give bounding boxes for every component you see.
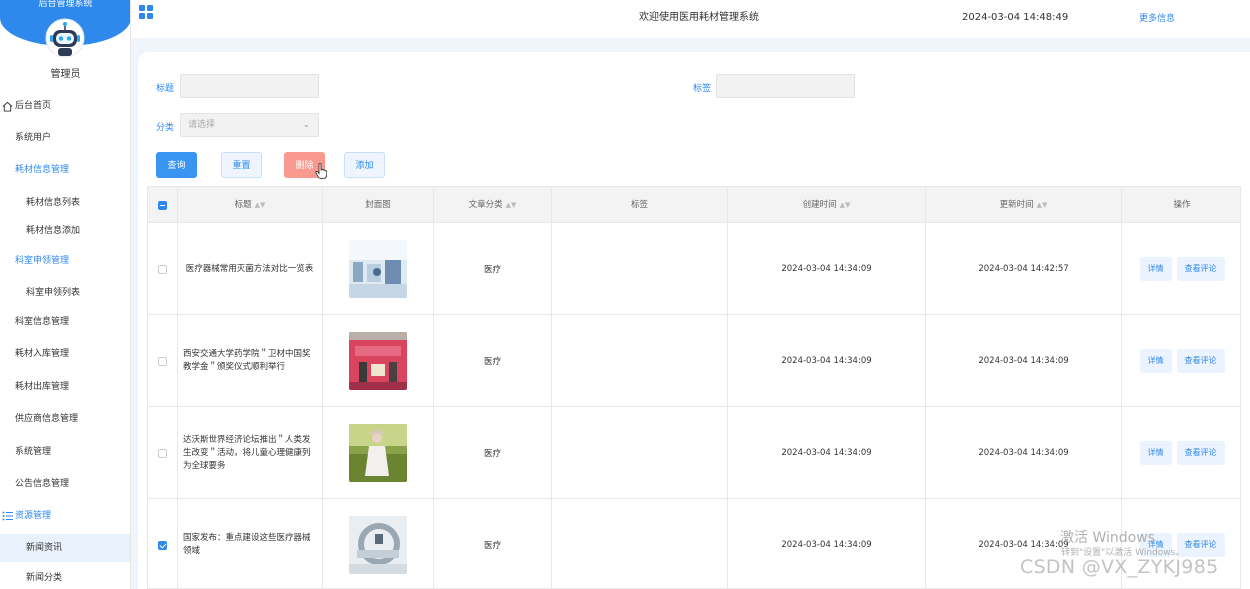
sidebar-item-stock-in[interactable]: 耗材入库管理 bbox=[0, 343, 130, 365]
detail-button[interactable]: 详情 bbox=[1139, 441, 1172, 465]
col-updated[interactable]: 更新时间 ▲▼ bbox=[926, 187, 1122, 223]
robot-avatar-icon bbox=[45, 18, 85, 58]
sidebar-item-consumables[interactable]: 耗材信息管理 bbox=[0, 159, 130, 181]
table-row: 达沃斯世界经济论坛推出＂人类发生改变＂活动，将儿童心理健康列为全球要务 医疗 2… bbox=[148, 407, 1240, 499]
table-row: 西安交通大学药学院＂卫材中国奖教学金＂颁奖仪式顺利举行 医疗 2024-03-0… bbox=[148, 315, 1240, 407]
sidebar-item-users[interactable]: 系统用户 bbox=[0, 127, 130, 149]
chevron-down-icon: ⌄ bbox=[302, 120, 310, 130]
category-filter-label: 分类 bbox=[156, 123, 175, 133]
sidebar-item-news-categories[interactable]: 新闻分类 bbox=[0, 567, 130, 589]
title-filter-label: 标题 bbox=[156, 84, 175, 94]
row-category: 医疗 bbox=[434, 407, 552, 499]
select-all-checkbox[interactable] bbox=[158, 200, 167, 210]
row-created: 2024-03-04 14:34:09 bbox=[728, 223, 926, 315]
sidebar-item-home[interactable]: 后台首页 bbox=[0, 95, 130, 120]
table-row: 医疗器械常用灭菌方法对比一览表 医疗 2024-03-04 14:34:09 2… bbox=[148, 223, 1240, 315]
col-actions: 操作 bbox=[1173, 200, 1191, 210]
reset-button[interactable]: 重置 bbox=[221, 152, 262, 178]
row-checkbox[interactable] bbox=[158, 540, 167, 550]
sidebar-item-consumables-add[interactable]: 耗材信息添加 bbox=[0, 220, 130, 242]
hand-cursor-icon bbox=[315, 163, 327, 179]
detail-button[interactable]: 详情 bbox=[1139, 257, 1172, 281]
table-header: 标题 ▲▼ 封面图 文章分类 ▲▼ 标签 创建时间 ▲▼ 更新时间 ▲▼ 操作 bbox=[148, 187, 1240, 223]
list-icon bbox=[2, 505, 13, 529]
sidebar-item-news[interactable]: 新闻资讯 bbox=[0, 534, 130, 562]
welcome-text: 欢迎使用医用耗材管理系统 bbox=[639, 12, 759, 23]
row-checkbox[interactable] bbox=[158, 448, 167, 458]
add-button[interactable]: 添加 bbox=[344, 152, 385, 178]
row-updated: 2024-03-04 14:34:09 bbox=[926, 315, 1122, 407]
row-title: 国家发布：重点建设这些医疗器械领域 bbox=[178, 499, 323, 588]
row-updated: 2024-03-04 14:34:09 bbox=[926, 407, 1122, 499]
cover-image bbox=[349, 516, 407, 574]
tag-filter-label: 标签 bbox=[693, 84, 712, 94]
view-comments-button[interactable]: 查看评论 bbox=[1176, 257, 1225, 281]
home-icon bbox=[2, 95, 13, 120]
current-datetime: 2024-03-04 14:48:49 bbox=[962, 12, 1069, 23]
row-created: 2024-03-04 14:34:09 bbox=[728, 407, 926, 499]
col-tag: 标签 bbox=[552, 187, 728, 223]
row-title: 西安交通大学药学院＂卫材中国奖教学金＂颁奖仪式顺利举行 bbox=[178, 315, 323, 407]
username: 管理员 bbox=[50, 69, 81, 80]
sort-icon[interactable]: ▲▼ bbox=[840, 201, 851, 209]
col-category[interactable]: 文章分类 ▲▼ bbox=[434, 187, 552, 223]
row-category: 医疗 bbox=[434, 315, 552, 407]
row-title: 医疗器械常用灭菌方法对比一览表 bbox=[178, 223, 323, 315]
cover-image bbox=[349, 424, 407, 482]
sidebar-item-departments[interactable]: 科室信息管理 bbox=[0, 311, 130, 333]
top-header: 欢迎使用医用耗材管理系统 2024-03-04 14:48:49 更多信息 bbox=[131, 0, 1250, 38]
sidebar-item-resources[interactable]: 资源管理 bbox=[0, 505, 130, 529]
row-category: 医疗 bbox=[434, 223, 552, 315]
row-checkbox[interactable] bbox=[158, 356, 167, 366]
row-created: 2024-03-04 14:34:09 bbox=[728, 499, 926, 588]
tag-filter-input[interactable] bbox=[716, 74, 855, 98]
csdn-watermark: CSDN @VX_ZYKJ985 bbox=[1020, 556, 1219, 578]
row-title: 达沃斯世界经济论坛推出＂人类发生改变＂活动，将儿童心理健康列为全球要务 bbox=[178, 407, 323, 499]
row-tag bbox=[552, 407, 728, 499]
row-tag bbox=[552, 315, 728, 407]
sidebar-item-announcements[interactable]: 公告信息管理 bbox=[0, 473, 130, 495]
sort-icon[interactable]: ▲▼ bbox=[506, 201, 517, 209]
sidebar-item-dept-claims[interactable]: 科室申领管理 bbox=[0, 250, 130, 272]
row-tag bbox=[552, 223, 728, 315]
sidebar: 后台管理系统 管理员 后台首页 系统用户 耗材信息管理 耗材信息列表 耗材信息添… bbox=[0, 0, 131, 589]
sidebar-item-consumables-list[interactable]: 耗材信息列表 bbox=[0, 192, 130, 214]
windows-activation-title: 激活 Windows bbox=[1060, 530, 1155, 546]
system-name: 后台管理系统 bbox=[38, 0, 93, 9]
row-created: 2024-03-04 14:34:09 bbox=[728, 315, 926, 407]
row-category: 医疗 bbox=[434, 499, 552, 588]
sidebar-item-suppliers[interactable]: 供应商信息管理 bbox=[0, 408, 130, 430]
detail-button[interactable]: 详情 bbox=[1139, 349, 1172, 373]
row-checkbox[interactable] bbox=[158, 264, 167, 274]
title-filter-input[interactable] bbox=[180, 74, 319, 98]
category-select[interactable]: 请选择 ⌄ bbox=[180, 113, 319, 137]
sort-icon[interactable]: ▲▼ bbox=[1037, 201, 1048, 209]
sidebar-item-stock-out[interactable]: 耗材出库管理 bbox=[0, 376, 130, 398]
row-updated: 2024-03-04 14:42:57 bbox=[926, 223, 1122, 315]
view-comments-button[interactable]: 查看评论 bbox=[1176, 441, 1225, 465]
select-all-cell bbox=[148, 187, 178, 223]
view-comments-button[interactable]: 查看评论 bbox=[1176, 349, 1225, 373]
col-created[interactable]: 创建时间 ▲▼ bbox=[728, 187, 926, 223]
query-button[interactable]: 查询 bbox=[156, 152, 197, 178]
more-info-link[interactable]: 更多信息 bbox=[1139, 11, 1175, 24]
cover-image bbox=[349, 240, 407, 298]
grid-menu-icon[interactable] bbox=[139, 5, 153, 19]
sort-icon[interactable]: ▲▼ bbox=[255, 201, 266, 209]
col-title[interactable]: 标题 ▲▼ bbox=[178, 187, 323, 223]
cover-image bbox=[349, 332, 407, 390]
sidebar-item-dept-claims-list[interactable]: 科室申领列表 bbox=[0, 282, 130, 304]
col-cover: 封面图 bbox=[323, 187, 434, 223]
row-tag bbox=[552, 499, 728, 588]
sidebar-item-system[interactable]: 系统管理 bbox=[0, 441, 130, 463]
